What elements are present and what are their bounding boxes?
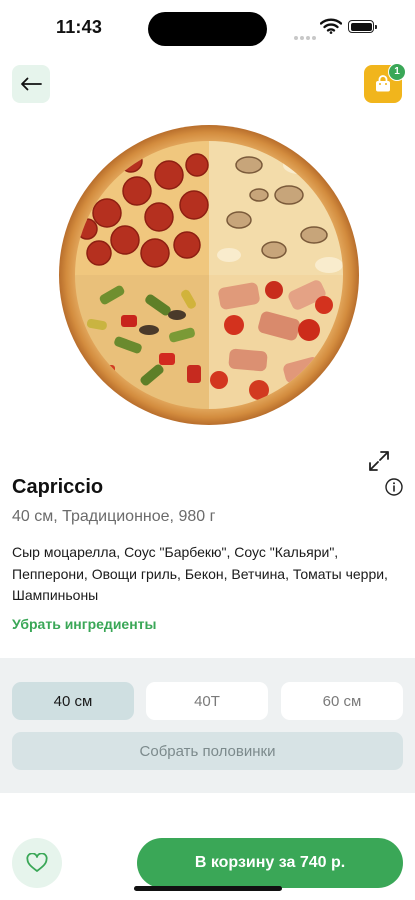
status-bar: 11:43 <box>0 0 415 56</box>
ingredients-text: Сыр моцарелла, Соус "Барбекю", Соус "Кал… <box>12 544 388 603</box>
cart-button[interactable]: 1 <box>364 63 406 103</box>
size-option-40cm[interactable]: 40 см <box>12 682 134 720</box>
back-button[interactable] <box>12 65 50 103</box>
status-time: 11:43 <box>56 17 103 37</box>
product-title: Capriccio <box>12 476 104 498</box>
signal-icon <box>294 27 318 45</box>
size-option-60cm[interactable]: 60 см <box>281 682 403 720</box>
dynamic-island <box>148 12 267 46</box>
cart-count-badge: 1 <box>388 63 406 81</box>
options-panel <box>0 658 415 793</box>
favorite-button[interactable] <box>12 838 62 888</box>
build-halves-button[interactable]: Собрать половинки <box>12 732 403 770</box>
expand-icon[interactable] <box>366 448 392 474</box>
home-indicator <box>134 886 282 891</box>
product-subtitle: 40 см, Традиционное, 980 г <box>12 508 216 525</box>
battery-icon <box>348 20 377 33</box>
pizza-image <box>59 125 359 425</box>
info-icon[interactable] <box>385 478 403 496</box>
heart-icon <box>26 853 48 872</box>
wifi-icon <box>320 18 342 34</box>
arrow-left-icon <box>21 77 42 91</box>
add-to-cart-button[interactable]: В корзину за 740 р. <box>137 838 403 888</box>
size-option-40t[interactable]: 40T <box>146 682 268 720</box>
remove-ingredients-link[interactable]: Убрать ингредиенты <box>12 616 156 632</box>
